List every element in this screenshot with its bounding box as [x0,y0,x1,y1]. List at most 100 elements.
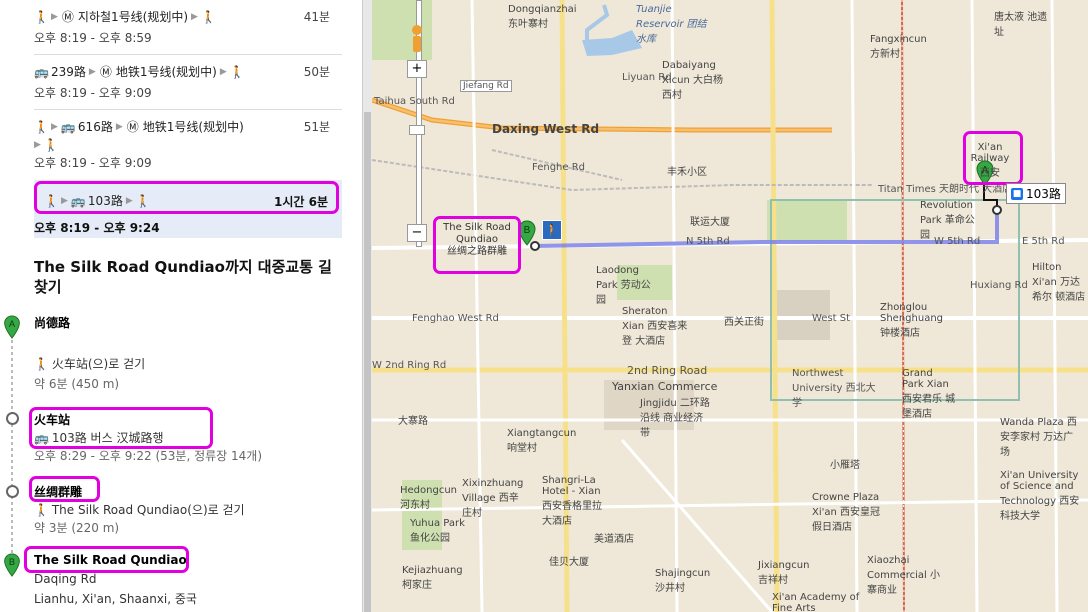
place-label: Northwest University 西北大学 [792,368,876,409]
road-label: Huxiang Rd [970,280,1028,291]
walk-step-detail: 약 6분 (450 m) [34,377,120,391]
place-label: Laodong Park 劳动公园 [596,265,651,306]
walk-icon: 🚶 [34,503,49,517]
road-label: Daxing West Rd [492,122,600,136]
place-label: Yuhua Park 鱼化公园 [410,518,465,544]
walk-step-detail: 약 3분 (220 m) [34,521,120,535]
place-label: Grand Park Xian 西安君乐 城堡酒店 [902,368,956,420]
scrollbar[interactable] [362,0,372,612]
walk-step-2: 🚶 The Silk Road Qundiao(으)로 걷기 [34,501,245,518]
subway-icon: Ⓜ [126,119,139,134]
place-label: Dongqianzhai 东叶寨村 [508,4,577,30]
destination-address-1: Daqing Rd [34,572,97,586]
walk-icon: 🚶 [34,9,49,24]
walk-icon: 🚶 [229,64,245,79]
arrow-icon: ▶ [219,66,227,77]
place-label: Xi'an University of Science and Technolo… [1000,470,1080,522]
place-label: Zhonglou Shenghuang 钟楼酒店 [880,302,944,339]
place-label: Revolution Park 革命公园 [920,200,975,241]
route-leg: 지하철1号线(规划中) [77,10,189,24]
place-label: 大寨路 [398,416,428,427]
arrow-icon: ▶ [88,66,96,77]
bus-route-badge[interactable]: ■ 103路 [1006,183,1066,204]
route-option-3[interactable]: 🚶 ▶ 🚌 616路 ▶ Ⓜ 地铁1号线(规划中) ▶ 🚶 51분 오후 8:19 … [34,109,342,171]
place-label: Yanxian Commerce [612,380,718,393]
route-time: 오후 8:19 - 오후 8:59 [34,31,152,45]
place-label: 美道酒店 [594,534,634,545]
route-stop [992,205,1002,215]
arrow-icon: ▶ [34,140,41,150]
route-leg: 239路 [51,65,86,79]
bus-route-badge-text: 103路 [1026,187,1061,201]
place-label: 佳贝大厦 [549,557,589,568]
route-leg: 616路 [77,120,113,134]
road-shield: Jiefang Rd [460,80,512,92]
svg-text:B: B [9,557,15,567]
stop-circle [6,412,19,425]
highlight-box [963,131,1023,185]
bus-icon: 🚌 [34,64,49,79]
route-time: 오후 8:19 - 오후 9:09 [34,86,152,100]
bus-icon: ■ [1011,187,1023,200]
water-body [582,30,642,56]
place-label: Hedongcun 河东村 [400,485,457,511]
route-duration: 41분 [303,10,330,24]
water-channel [585,4,610,40]
place-label: Fangxincun 方新村 [870,34,927,60]
place-label: 西关正街 [724,317,764,328]
road-label: Fenghao West Rd [412,313,499,324]
rail-line [372,159,872,192]
park-area [767,200,847,240]
marker-a-icon: A [4,315,20,339]
route-duration: 50분 [303,65,330,79]
destination-address-2: Lianhu, Xi'an, Shaanxi, 중국 [34,592,197,606]
road-label: Fenghe Rd [532,162,586,173]
road-label: E 5th Rd [1022,236,1065,247]
place-label: Xiangtangcun 响堂村 [507,428,577,454]
route-dotted-line [11,340,13,555]
place-label: Shangri-La Hotel - Xian 西安香格里拉 大酒店 [542,475,602,527]
scrollbar-thumb[interactable] [364,112,371,612]
place-label: Kejiazhuang 柯家庄 [402,565,463,591]
zoom-out-button[interactable]: − [407,224,427,242]
map[interactable]: + − Daxing West Rd N 5th Rd W 5th Rd E 5… [372,0,1088,612]
zoom-slider-handle[interactable] [409,125,425,135]
place-label: Hilton Xi'an 万达希尔 顿酒店 [1032,262,1086,303]
road-label: 2nd Ring Road [627,364,708,377]
place-label: Tuanjie Reservoir 团结水库 [636,4,707,45]
route-time: 오후 8:19 - 오후 9:24 [34,221,160,235]
subway-icon: Ⓜ [99,64,112,79]
place-label: 唐太液 池遗址 [994,12,1048,38]
place-label: Jingjidu 二环路沿线 商业经济带 [640,398,710,439]
route-leg: 地铁1号线(规划中) [142,120,244,134]
walk-icon: 🚶 [200,9,216,24]
walk-step-text: The Silk Road Qundiao(으)로 걷기 [51,503,245,517]
place-label: Xixinzhuang Village 西辛庄村 [462,478,524,519]
place-label: 丰禾小区 [667,167,707,178]
highlight-box [24,546,189,573]
bus-icon: 🚌 [60,119,76,134]
road-label: N 5th Rd [686,236,730,247]
road-label: W 2nd Ring Rd [372,360,447,371]
walk-icon: 🚶 [43,138,59,152]
place-label: Shajingcun 沙井村 [655,568,711,594]
place-label: Crowne Plaza Xi'an 西安皇冠 假日酒店 [812,492,881,533]
highlight-box [29,476,100,502]
route-option-2[interactable]: 🚌 239路 ▶ Ⓜ 地铁1号线(规划中) ▶ 🚶 50분 오후 8:19 - 오… [34,54,342,101]
pegman-icon[interactable] [408,25,426,53]
route-time: 오후 8:19 - 오후 9:09 [34,156,152,170]
highlight-box [34,181,339,214]
marker-b-icon: B [4,553,20,577]
place-label: Dabaiyang Xicun 大白杨西村 [662,60,723,101]
arrow-icon: ▶ [115,121,123,132]
route-option-1[interactable]: 🚶 ▶ Ⓜ 지하철1号线(规划中) ▶ 🚶 41분 오후 8:19 - 오후 8:5… [34,8,342,46]
zoom-in-button[interactable]: + [407,60,427,78]
place-label: 小雁塔 [830,460,860,471]
arrow-icon: ▶ [51,11,58,22]
walk-icon: 🚶 [542,220,562,240]
walk-icon: 🚶 [34,357,49,371]
zoom-control: + − [405,0,431,247]
place-label: Sheraton Xian 西安喜来登 大酒店 [622,306,688,347]
directions-title: The Silk Road Qundiao까지 대중교통 길찾기 [34,258,332,296]
directions-panel: 🚶 ▶ Ⓜ 지하철1号线(规划中) ▶ 🚶 41분 오후 8:19 - 오후 8:5… [0,0,362,612]
